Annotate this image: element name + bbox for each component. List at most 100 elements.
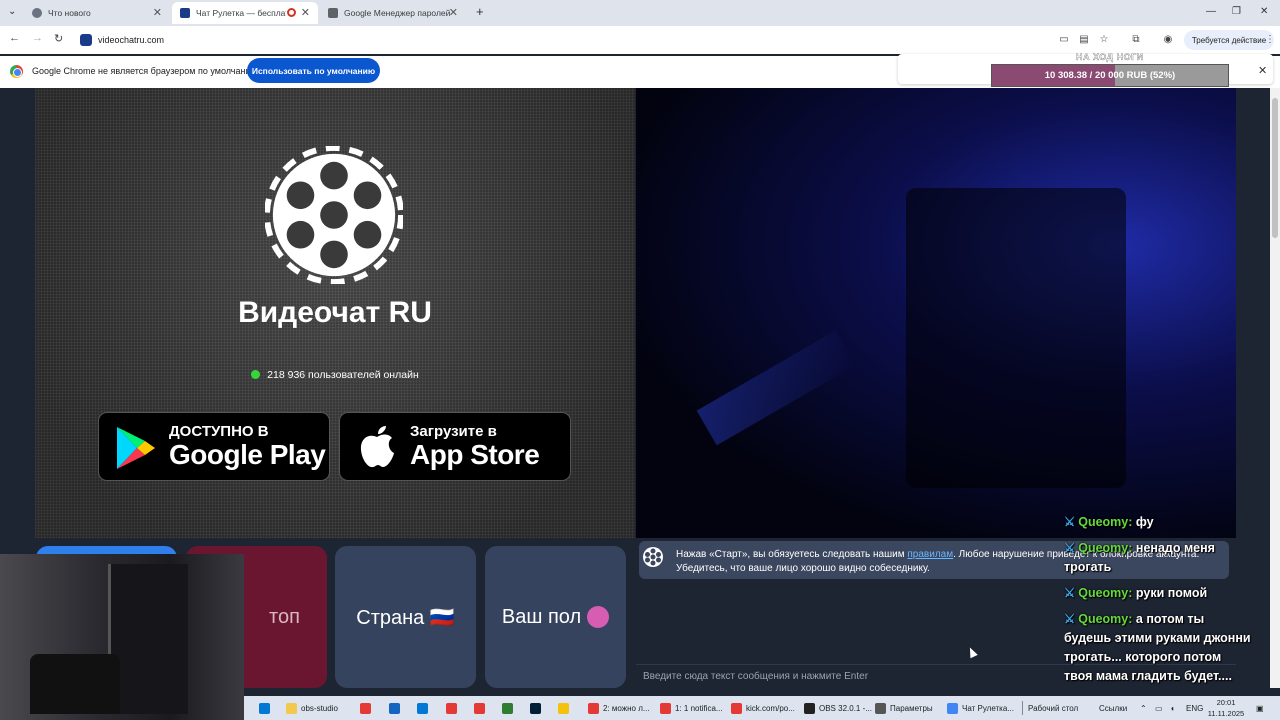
rules-link[interactable]: правилам <box>907 549 953 560</box>
site-info-icon[interactable] <box>80 34 92 46</box>
language-indicator[interactable]: ENG <box>1186 700 1203 716</box>
taskbar-app[interactable]: kick.com/po... <box>731 700 795 716</box>
app-icon <box>947 702 958 714</box>
app-icon <box>530 702 541 714</box>
sword-icon: ⚔ <box>1064 515 1076 529</box>
taskbar-app[interactable]: obs-studio <box>286 700 338 716</box>
chat-username: Queomy: <box>1078 541 1133 555</box>
reload-icon[interactable]: ↻ <box>54 32 63 45</box>
cast-icon[interactable]: ▭ <box>1058 34 1070 46</box>
forward-icon[interactable]: → <box>32 32 43 44</box>
app-icon <box>389 702 400 714</box>
taskbar-app[interactable]: 2: можно л... <box>588 700 650 716</box>
app-icon <box>731 702 742 714</box>
close-icon[interactable]: ✕ <box>301 6 310 19</box>
apple-icon <box>360 426 394 468</box>
taskbar-app[interactable] <box>360 700 375 716</box>
close-window-icon[interactable]: ✕ <box>1260 6 1268 17</box>
streamer-webcam <box>0 554 244 720</box>
desktop-toolbar[interactable]: Рабочий стол <box>1022 700 1078 716</box>
close-icon[interactable]: ✕ <box>449 6 458 19</box>
online-counter: 218 936 пользователей онлайн <box>35 369 635 381</box>
video-shadow <box>906 188 1126 488</box>
notifications-icon[interactable]: ▣ <box>1256 700 1264 716</box>
taskbar-app[interactable]: OBS 32.0.1 -... <box>804 700 872 716</box>
back-icon[interactable]: ← <box>9 32 20 44</box>
tab-title: Чат Рулетка — бесплатный <box>196 8 286 18</box>
taskbar-app[interactable] <box>417 700 432 716</box>
app-icon <box>588 702 599 714</box>
volume-icon[interactable]: ◖ <box>1170 700 1175 716</box>
profile-icon[interactable]: ◉ <box>1162 34 1174 46</box>
chat-username: Queomy: <box>1078 586 1133 600</box>
taskbar-app[interactable] <box>502 700 517 716</box>
tab-favicon-icon <box>180 8 190 18</box>
taskbar-app-label: Чат Рулетка... <box>962 703 1014 713</box>
online-status-icon <box>251 370 261 379</box>
infobar-close-icon[interactable]: ✕ <box>1258 64 1267 77</box>
tab-favicon-icon <box>32 8 42 18</box>
infobar-message: Google Chrome не является браузером по у… <box>32 66 260 76</box>
app-icon <box>474 702 485 714</box>
taskbar-clock[interactable]: 20:01 11.11.2025 <box>1206 697 1246 719</box>
app-icon <box>286 702 297 714</box>
taskbar-app-label: OBS 32.0.1 -... <box>819 703 872 713</box>
page-icon[interactable]: ▤ <box>1078 34 1090 46</box>
taskbar-app[interactable] <box>389 700 404 716</box>
app-icon <box>660 702 671 714</box>
donation-progress-bar: 10 308.38 / 20 000 RUB (52%) <box>991 64 1229 87</box>
taskbar-app[interactable]: Параметры <box>875 700 933 716</box>
desktop-label: Рабочий стол <box>1028 703 1079 713</box>
set-default-button[interactable]: Использовать по умолчанию <box>247 58 380 83</box>
webcam-door <box>108 564 188 714</box>
scrollbar-thumb[interactable] <box>1272 98 1278 238</box>
tray-chevron-icon[interactable]: ⌃ <box>1140 700 1147 716</box>
separator <box>1022 701 1023 715</box>
app-icon <box>417 702 428 714</box>
browser-toolbar: ← → ↻ videochatru.com ▭ ▤ ☆ ⧉ ◉ Требуетс… <box>0 26 1280 54</box>
online-count-text: 218 936 пользователей онлайн <box>267 369 419 381</box>
my-camera-video <box>636 88 1236 538</box>
tab-title: Что нового <box>48 8 91 18</box>
tab-search-icon[interactable]: ⌄ <box>8 6 16 17</box>
google-play-button[interactable]: ДОСТУПНО В Google Play <box>98 412 330 481</box>
action-required-button[interactable]: Требуется действие <box>1184 30 1274 50</box>
taskbar-app[interactable] <box>558 700 573 716</box>
clock-date: 11.11.2025 <box>1207 709 1245 718</box>
taskbar-app[interactable]: Чат Рулетка... <box>947 700 1014 716</box>
taskbar-app[interactable]: 1: 1 notifica... <box>660 700 723 716</box>
site-title: Видеочат RU <box>238 296 432 329</box>
menu-icon[interactable]: ⋮ <box>1264 34 1276 46</box>
sword-icon: ⚔ <box>1064 586 1076 600</box>
tab-whats-new[interactable]: Что нового ✕ <box>24 2 170 24</box>
app-icon <box>804 702 815 714</box>
country-button[interactable]: Страна 🇷🇺 <box>335 546 476 688</box>
app-store-label: App Store <box>410 439 540 470</box>
extensions-icon[interactable]: ⧉ <box>1130 34 1142 46</box>
taskbar-app[interactable] <box>474 700 489 716</box>
taskbar-app[interactable] <box>530 700 545 716</box>
network-icon[interactable]: ▭ <box>1155 700 1163 716</box>
stream-chat-message: ⚔ Queomy: руки помой <box>1064 584 1234 603</box>
url-text: videochatru.com <box>98 35 165 45</box>
tab-chat-roulette[interactable]: Чат Рулетка — бесплатный ✕ <box>172 2 318 24</box>
taskbar-app[interactable] <box>446 700 461 716</box>
new-tab-button[interactable]: + <box>476 4 484 19</box>
minimize-icon[interactable]: — <box>1206 6 1216 17</box>
notice-text-start: Нажав «Старт», вы обязуетесь следовать н… <box>676 549 908 560</box>
stream-chat-message: ⚔ Queomy: ненадо меня трогать <box>1064 539 1234 577</box>
gender-button[interactable]: Ваш пол <box>485 546 626 688</box>
taskbar-app-label: 2: можно л... <box>603 703 650 713</box>
tab-password-manager[interactable]: Google Менеджер паролей ✕ <box>320 2 466 24</box>
app-store-button[interactable]: Загрузите в App Store <box>339 412 571 481</box>
links-toolbar[interactable]: Ссылки <box>1099 700 1127 716</box>
recording-icon <box>287 8 296 17</box>
address-bar[interactable]: videochatru.com <box>76 29 1056 51</box>
windows-start-icon[interactable] <box>259 700 274 716</box>
close-icon[interactable]: ✕ <box>153 6 162 19</box>
video-light <box>696 330 856 446</box>
maximize-icon[interactable]: ❐ <box>1232 6 1241 17</box>
google-play-icon <box>117 427 155 469</box>
bookmark-star-icon[interactable]: ☆ <box>1098 34 1110 46</box>
roulette-small-icon <box>643 547 663 567</box>
